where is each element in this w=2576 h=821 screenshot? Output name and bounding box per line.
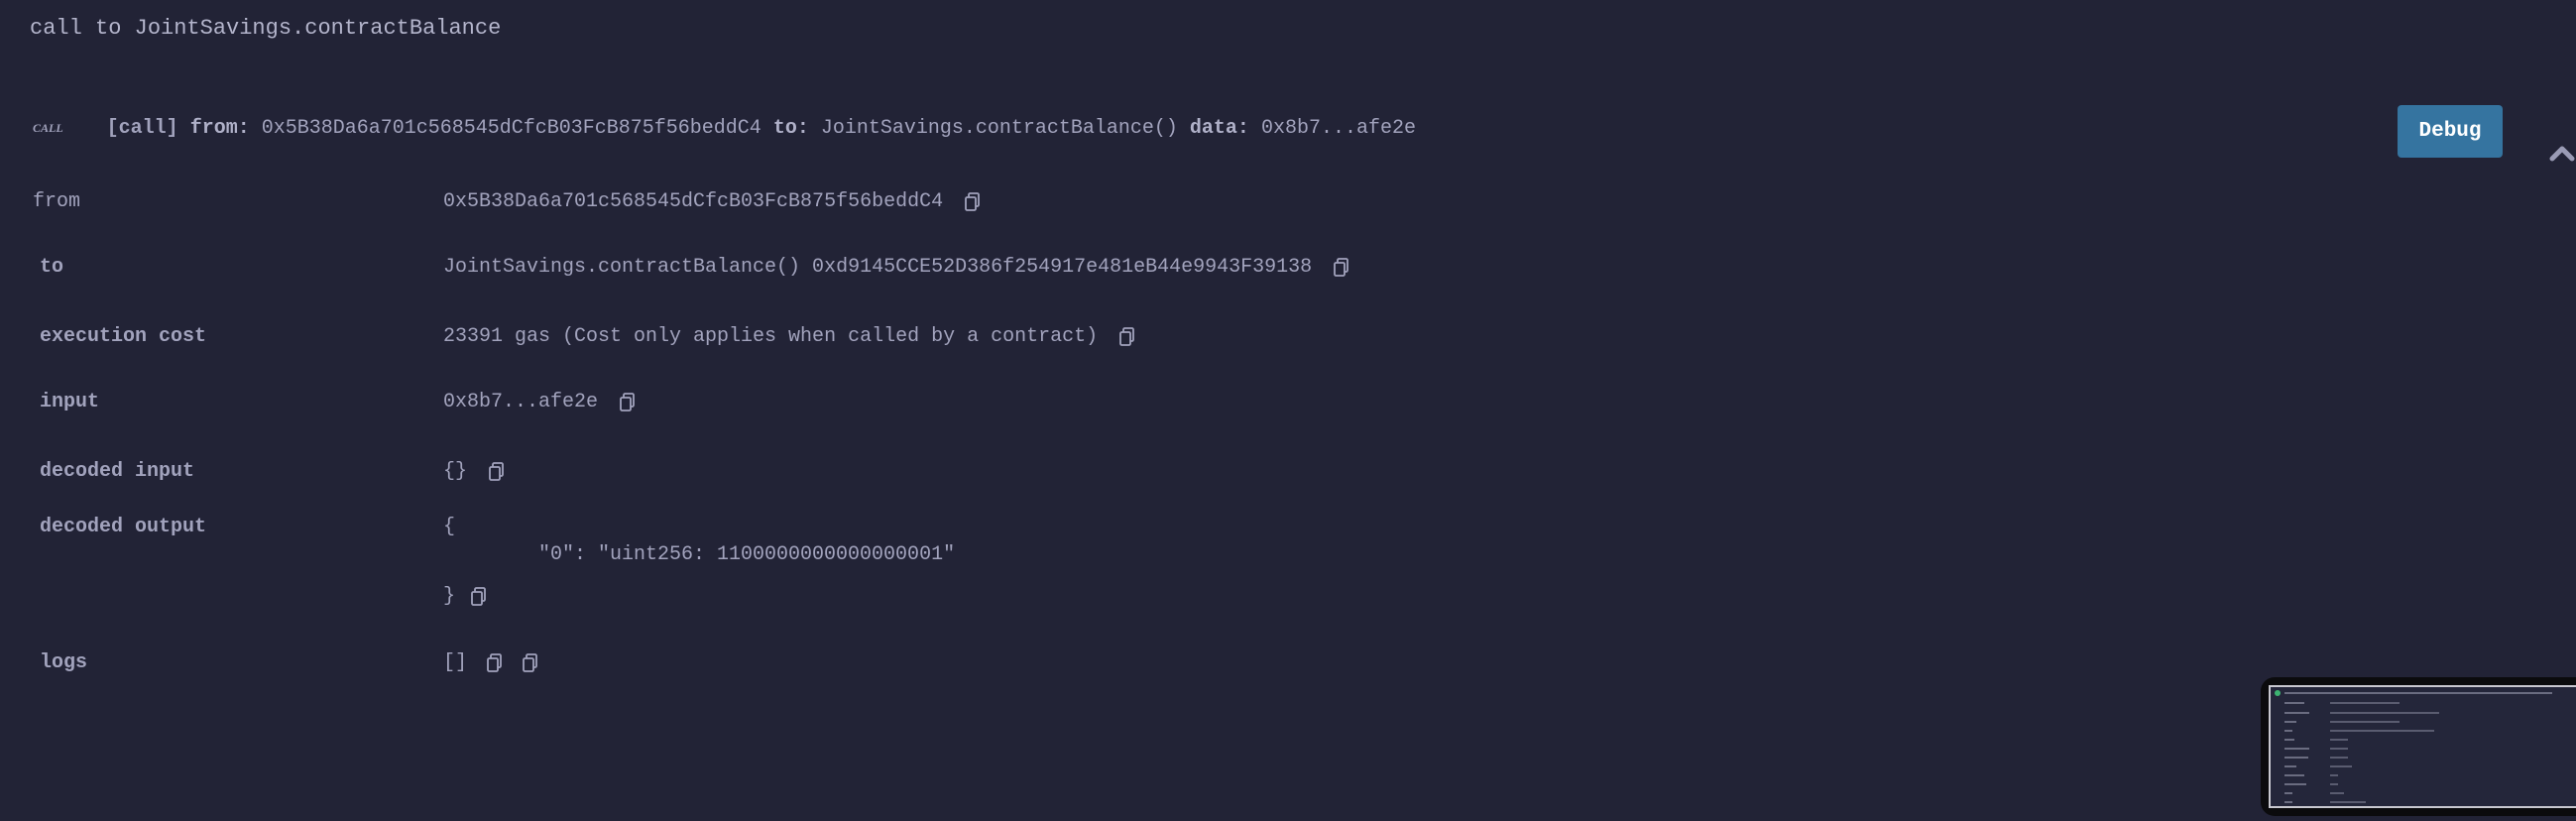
copy-icon[interactable]: [487, 652, 503, 673]
logs-label: logs: [40, 651, 88, 674]
decoded-output-close-row: }: [443, 585, 487, 608]
from-row-label: from: [33, 190, 81, 213]
copy-icon[interactable]: [620, 392, 636, 412]
from-value: 0x5B38Da6a701c568545dCfcB03FcB875f56bedd…: [261, 117, 761, 140]
to-label: to:: [772, 117, 809, 140]
from-row-value: 0x5B38Da6a701c568545dCfcB03FcB875f56bedd…: [443, 190, 981, 213]
to-row-value: JointSavings.contractBalance() 0xd9145CC…: [443, 256, 1349, 279]
decoded-input-label: decoded input: [40, 460, 195, 483]
call-kind: [call]: [106, 117, 178, 140]
input-value: 0x8b7...afe2e: [443, 391, 636, 413]
input-text: 0x8b7...afe2e: [443, 391, 599, 413]
decoded-output-label: decoded output: [40, 516, 207, 538]
to-row-label: to: [40, 256, 64, 279]
debug-button[interactable]: Debug: [2398, 105, 2503, 158]
screenshot-thumbnail[interactable]: [2261, 677, 2576, 816]
transaction-header[interactable]: CALL [call] from: 0x5B38Da6a701c568545dC…: [33, 117, 1416, 140]
copy-icon[interactable]: [489, 461, 505, 482]
from-label: from:: [189, 117, 250, 140]
success-icon: [2275, 690, 2281, 696]
data-label: data:: [1189, 117, 1249, 140]
input-label: input: [40, 391, 100, 413]
execution-cost-value: 23391 gas (Cost only applies when called…: [443, 325, 1135, 348]
execution-cost-label: execution cost: [40, 325, 207, 348]
logs-value: []: [443, 651, 538, 674]
to-address: JointSavings.contractBalance() 0xd9145CC…: [443, 256, 1313, 279]
decoded-input-value: {}: [443, 460, 505, 483]
copy-icon[interactable]: [471, 586, 487, 607]
logs-text: []: [443, 651, 468, 674]
decoded-output-line: "0": "uint256: 1100000000000000001": [538, 543, 956, 566]
decoded-output-open: {: [443, 516, 456, 538]
thumbnail-preview: [2269, 685, 2576, 808]
chevron-up-icon[interactable]: [2524, 117, 2575, 162]
copy-icon[interactable]: [965, 191, 981, 212]
copy-icon[interactable]: [1119, 326, 1135, 347]
copy-icon[interactable]: [523, 652, 538, 673]
decoded-input-text: {}: [443, 460, 468, 483]
call-tag: CALL: [33, 121, 63, 135]
execution-cost-text: 23391 gas (Cost only applies when called…: [443, 325, 1099, 348]
copy-icon[interactable]: [1334, 257, 1349, 278]
data-value: 0x8b7...afe2e: [1260, 117, 1416, 140]
page-title: call to JointSavings.contractBalance: [30, 16, 502, 41]
to-value: JointSavings.contractBalance(): [820, 117, 1178, 140]
decoded-output-close: }: [443, 585, 456, 608]
from-address: 0x5B38Da6a701c568545dCfcB03FcB875f56bedd…: [443, 190, 944, 213]
